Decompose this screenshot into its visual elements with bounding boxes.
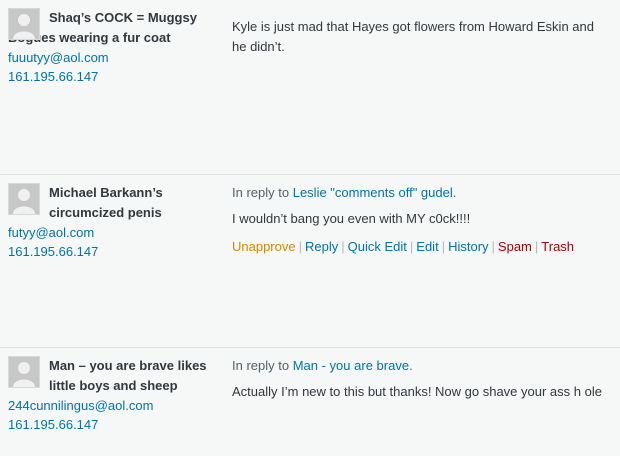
comment-content: In reply to Man - you are brave. Actuall… xyxy=(232,356,612,402)
comment-content: In reply to Leslie "comments off" gudel.… xyxy=(232,183,612,257)
in-reply-to-period: . xyxy=(409,358,413,373)
separator: | xyxy=(534,239,539,254)
in-reply-to: In reply to Leslie "comments off" gudel. xyxy=(232,183,612,203)
comment-row: Shaq’s COCK = Muggsy Bogues wearing a fu… xyxy=(0,0,620,175)
separator: | xyxy=(441,239,446,254)
in-reply-to: In reply to Man - you are brave. xyxy=(232,356,612,376)
unapprove-link[interactable]: Unapprove xyxy=(232,239,296,254)
author-name: Man – you are brave likes little boys an… xyxy=(49,358,207,393)
default-avatar-icon xyxy=(9,9,39,39)
separator: | xyxy=(298,239,302,254)
comment-row: Michael Barkann’s circumcized penis futy… xyxy=(0,175,620,348)
avatar xyxy=(8,8,40,40)
avatar xyxy=(8,356,40,388)
separator: | xyxy=(341,239,345,254)
separator: | xyxy=(409,239,414,254)
comment-text: I wouldn’t bang you even with MY c0ck!!!… xyxy=(232,211,471,226)
author-name: Michael Barkann’s circumcized penis xyxy=(49,185,163,220)
edit-link[interactable]: Edit xyxy=(416,239,438,254)
author-ip-link[interactable]: 161.195.66.147 xyxy=(8,67,218,86)
comment-author: Michael Barkann’s circumcized penis futy… xyxy=(8,183,218,261)
reply-link[interactable]: Reply xyxy=(305,239,338,254)
author-ip-link[interactable]: 161.195.66.147 xyxy=(8,415,218,434)
in-reply-to-period: . xyxy=(452,185,457,200)
quick-edit-link[interactable]: Quick Edit xyxy=(348,239,407,254)
comment-author: Shaq’s COCK = Muggsy Bogues wearing a fu… xyxy=(8,8,218,86)
author-email-link[interactable]: fuuutyy@aol.com xyxy=(8,48,218,67)
in-reply-to-label: In reply to xyxy=(232,358,290,373)
author-email-link[interactable]: 244cunnilingus@aol.com xyxy=(8,396,218,415)
comment-author: Man – you are brave likes little boys an… xyxy=(8,356,218,434)
history-link[interactable]: History xyxy=(448,239,488,254)
comment-text: Actually I’m new to this but thanks! Now… xyxy=(232,384,602,399)
row-actions: Unapprove | Reply | Quick Edit | Edit | History |… xyxy=(232,237,612,257)
default-avatar-icon xyxy=(9,357,39,387)
trash-link[interactable]: Trash xyxy=(541,239,574,254)
spam-link[interactable]: Spam xyxy=(498,239,532,254)
author-email-link[interactable]: futyy@aol.com xyxy=(8,223,218,242)
in-reply-to-label: In reply to xyxy=(232,185,290,200)
author-ip-link[interactable]: 161.195.66.147 xyxy=(8,242,218,261)
separator: | xyxy=(491,239,495,254)
comment-text: Kyle is just mad that Hayes got flowers … xyxy=(232,19,594,54)
default-avatar-icon xyxy=(9,184,39,214)
comment-content: Kyle is just mad that Hayes got flowers … xyxy=(232,17,612,57)
avatar xyxy=(8,183,40,215)
in-reply-to-link[interactable]: Man - you are brave xyxy=(293,358,409,373)
comment-row: Man – you are brave likes little boys an… xyxy=(0,348,620,456)
in-reply-to-link[interactable]: Leslie "comments off" gudel xyxy=(293,185,453,200)
